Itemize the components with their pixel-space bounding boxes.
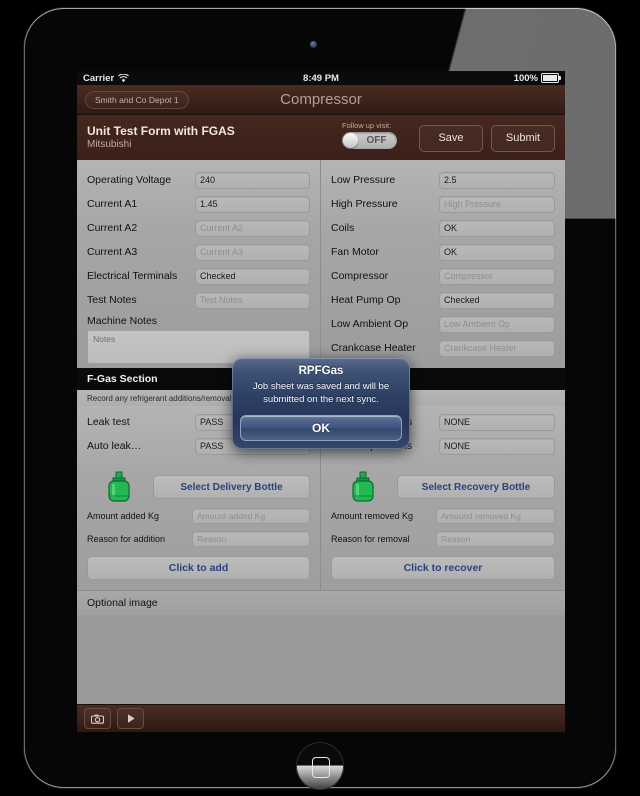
app-screen: Carrier 8:49 PM 100% Smith and Co Depot … [77, 71, 565, 732]
front-camera-icon [310, 41, 317, 48]
alert-title: RPFGas [298, 365, 344, 377]
battery-icon [541, 73, 561, 83]
alert-dialog: RPFGas Job sheet was saved and will be s… [232, 358, 410, 449]
alert-overlay: RPFGas Job sheet was saved and will be s… [77, 71, 565, 732]
battery-percent-label: 100% [513, 72, 538, 84]
status-bar-right: 100% [513, 72, 561, 84]
ipad-device: Carrier 8:49 PM 100% Smith and Co Depot … [0, 0, 640, 796]
alert-message: Job sheet was saved and will be submitte… [252, 381, 390, 405]
alert-ok-button[interactable]: OK [240, 414, 402, 441]
home-square-icon [312, 757, 330, 778]
home-button[interactable] [296, 742, 344, 790]
